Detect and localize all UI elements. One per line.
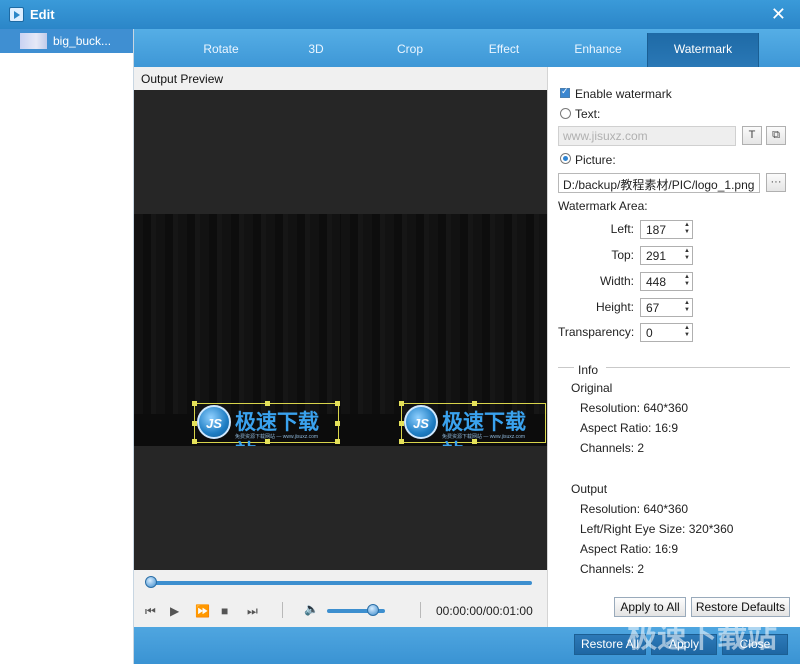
left-label: Left:: [610, 222, 634, 236]
video-frame: JS 极速下载站 免费资源下载网站 — www.jisuxz.com JS: [134, 214, 547, 446]
watermark-logo: JS: [404, 405, 438, 439]
watermark-settings: Enable watermark Text: www.jisuxz.com T …: [547, 67, 800, 627]
picture-radio[interactable]: [560, 153, 571, 164]
seek-handle[interactable]: [145, 576, 157, 588]
text-radio[interactable]: [560, 108, 571, 119]
playback-controls: ⏮ ▶ ⏩ ■ ⏭ 🔈 00:00:00/00:01:00: [134, 595, 547, 627]
left-eye-frame: JS 极速下载站 免费资源下载网站 — www.jisuxz.com: [134, 214, 340, 446]
height-stepper[interactable]: 67 ▲ ▼: [640, 298, 693, 317]
divider: [558, 367, 574, 368]
output-label: Output: [571, 482, 608, 496]
info-header: Info: [578, 363, 599, 377]
top-label: Top:: [611, 248, 634, 262]
divider: [420, 602, 421, 618]
output-eye-size: Left/Right Eye Size: 320*360: [580, 522, 734, 536]
enable-watermark-checkbox[interactable]: [560, 86, 570, 98]
output-channels: Channels: 2: [580, 562, 645, 576]
watermark-text-input[interactable]: www.jisuxz.com: [558, 126, 736, 146]
tab-crop[interactable]: Crop: [364, 33, 456, 67]
original-label: Original: [571, 381, 613, 395]
tab-bar: Rotate 3D Crop Effect Enhance Watermark: [134, 29, 800, 67]
left-stepper[interactable]: 187 ▲ ▼: [640, 220, 693, 239]
watermark-text: 极速下载站: [235, 410, 319, 446]
close-icon[interactable]: ✕: [771, 4, 786, 24]
watermark-logo: JS: [197, 405, 231, 439]
timecode: 00:00:00/00:01:00: [436, 604, 533, 618]
preview-panel: Output Preview JS 极速下载站 免费资源下载网站 — www.j…: [134, 67, 547, 627]
picture-path-input[interactable]: D:/backup/教程素材/PIC/logo_1.png: [558, 173, 760, 193]
output-resolution: Resolution: 640*360: [580, 502, 689, 516]
preview-label: Output Preview: [141, 72, 224, 86]
watermark-subtext: 免费资源下载网站 — www.jisuxz.com: [442, 434, 526, 440]
original-resolution: Resolution: 640*360: [580, 401, 689, 415]
copy-icon[interactable]: ⧉: [766, 126, 786, 145]
watermark-subtext: 免费资源下载网站 — www.jisuxz.com: [235, 434, 319, 440]
picture-label: Picture:: [575, 153, 616, 167]
transparency-label: Transparency:: [558, 325, 635, 339]
file-name: big_buck...: [53, 34, 112, 48]
volume-handle[interactable]: [367, 604, 380, 616]
resize-handle[interactable]: [399, 439, 404, 444]
watermark-text: 极速下载站: [442, 410, 526, 446]
video-thumbnail: [20, 33, 47, 49]
watermark-box[interactable]: JS 极速下载站 免费资源下载网站 — www.jisuxz.com: [399, 401, 546, 446]
resize-handle[interactable]: [335, 421, 340, 426]
original-channels: Channels: 2: [580, 441, 645, 455]
transparency-stepper[interactable]: 0 ▲ ▼: [640, 323, 693, 342]
seek-bar[interactable]: [146, 581, 532, 585]
tab-watermark[interactable]: Watermark: [647, 33, 759, 67]
file-list-item[interactable]: big_buck...: [0, 29, 133, 53]
resize-handle[interactable]: [472, 439, 477, 444]
output-aspect-ratio: Aspect Ratio: 16:9: [580, 542, 679, 556]
file-list: big_buck...: [0, 29, 134, 664]
tab-3d[interactable]: 3D: [270, 33, 362, 67]
video-preview: JS 极速下载站 免费资源下载网站 — www.jisuxz.com JS: [134, 90, 547, 570]
height-label: Height:: [595, 300, 634, 314]
stop-icon[interactable]: ■: [221, 604, 228, 618]
resize-handle[interactable]: [399, 421, 404, 426]
resize-handle[interactable]: [335, 439, 340, 444]
resize-handle[interactable]: [192, 401, 197, 406]
width-stepper[interactable]: 448 ▲ ▼: [640, 272, 693, 291]
window-title: Edit: [30, 7, 55, 22]
resize-handle[interactable]: [265, 439, 270, 444]
resize-handle[interactable]: [399, 401, 404, 406]
watermark-box[interactable]: JS 极速下载站 免费资源下载网站 — www.jisuxz.com: [192, 401, 340, 446]
resize-handle[interactable]: [192, 439, 197, 444]
watermark-area-label: Watermark Area:: [558, 199, 648, 213]
play-icon[interactable]: ▶: [170, 604, 179, 618]
resize-handle[interactable]: [265, 401, 270, 406]
browse-button[interactable]: ···: [766, 173, 786, 192]
site-watermark: 极速下载站: [627, 620, 777, 655]
resize-handle[interactable]: [192, 421, 197, 426]
next-icon[interactable]: ⏭: [247, 604, 258, 619]
resize-handle[interactable]: [472, 401, 477, 406]
enable-watermark-label: Enable watermark: [575, 87, 672, 101]
app-icon: [9, 7, 24, 22]
tab-rotate[interactable]: Rotate: [175, 33, 267, 67]
top-stepper[interactable]: 291 ▲ ▼: [640, 246, 693, 265]
text-label: Text:: [575, 107, 601, 121]
previous-icon[interactable]: ⏮: [145, 604, 156, 619]
divider: [606, 367, 790, 368]
resize-handle[interactable]: [335, 401, 340, 406]
fast-forward-icon[interactable]: ⏩: [195, 604, 210, 618]
width-label: Width:: [599, 274, 634, 288]
title-bar: Edit ✕: [0, 0, 800, 29]
text-style-icon[interactable]: T: [742, 126, 762, 145]
divider: [282, 602, 283, 618]
right-eye-frame: JS 极速下载站 免费资源下载网站 — www.jisuxz.com: [341, 214, 547, 446]
tab-enhance[interactable]: Enhance: [552, 33, 644, 67]
tab-effect[interactable]: Effect: [458, 33, 550, 67]
volume-icon[interactable]: 🔈: [304, 602, 319, 616]
original-aspect-ratio: Aspect Ratio: 16:9: [580, 421, 679, 435]
